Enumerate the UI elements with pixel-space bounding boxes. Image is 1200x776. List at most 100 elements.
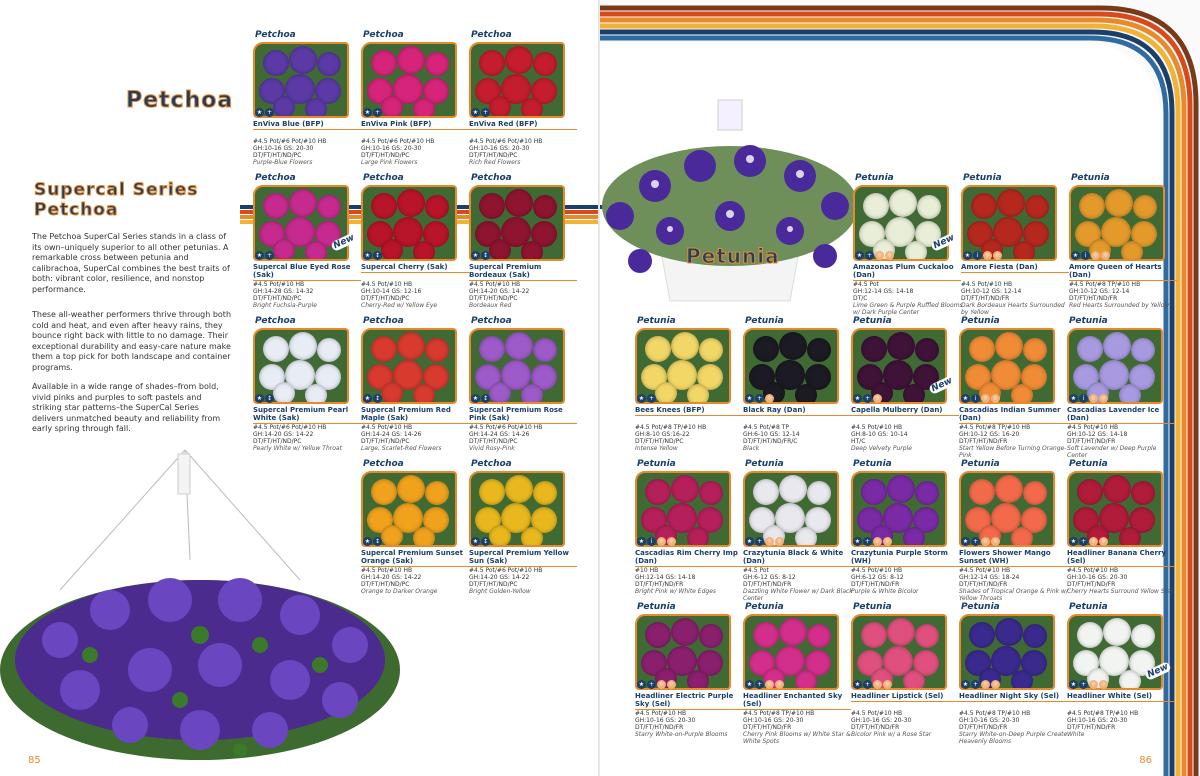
care-icon: + (865, 251, 874, 260)
card-category-tag: Petunia (1069, 459, 1108, 469)
product-spec-lines: #4.5 Pot GH:6-12 GS: 8-12 DT/FT/HT/ND/FR (743, 567, 796, 588)
care-icons: ★ + (255, 108, 274, 118)
product-specs: #4.5 Pot/#6 Pot/#10 HB GH:10-16 GS: 20-3… (469, 138, 579, 166)
product-specs: #4.5 Pot/#10 HB GH:14-24 GS: 14-26 DT/FT… (361, 424, 471, 452)
card-category-tag: Petunia (637, 602, 676, 612)
product-specs: #4.5 Pot/#10 HB GH:6-12 GS: 8-12 DT/FT/H… (851, 567, 961, 595)
card-category-tag: Petunia (637, 316, 676, 326)
care-icon: ☼ (1099, 394, 1108, 403)
care-icons: ★ ↕ (255, 394, 274, 404)
care-icon: ☼ (993, 251, 1002, 260)
product-name: EnViva Pink (BFP) (361, 120, 469, 130)
card-category-tag: Petchoa (363, 173, 404, 183)
product-specs: #4.5 Pot/#8 TP/#10 HB GH:10-16 GS: 20-30… (1067, 710, 1177, 738)
page-number-left: 85 (28, 755, 41, 766)
section-logo: Petunia (686, 244, 780, 269)
flower-photo (361, 471, 457, 547)
care-icon: ☼ (981, 680, 990, 689)
card-category-tag: Petchoa (471, 459, 512, 469)
card-category-tag: Petunia (961, 316, 1000, 326)
card-category-tag: Petchoa (255, 173, 296, 183)
card-category-tag: Petunia (855, 173, 894, 183)
care-icons: ★ + ☼ (853, 394, 882, 404)
product-spec-lines: #4.5 Pot/#8 TP/#10 HB GH:10-16 GS: 20-30… (959, 710, 1031, 731)
product-description: Large Pink Flowers (361, 159, 418, 166)
card-category-tag: Petchoa (363, 316, 404, 326)
flower-photo (959, 614, 1055, 690)
product-specs: #4.5 Pot/#8 TP/#10 HB GH:10-12 GS: 12-14… (1069, 281, 1179, 309)
care-icon: ★ (255, 108, 264, 117)
card-category-tag: Petchoa (363, 30, 404, 40)
care-icon: ↕ (481, 537, 490, 546)
care-icons: ★ + ☼ ☼ (853, 680, 892, 690)
care-icon: ☼ (885, 251, 894, 260)
product-spec-lines: #4.5 Pot/#10 HB GH:10-16 GS: 20-30 DT/FT… (1067, 567, 1128, 588)
product-spec-lines: #4.5 Pot/#8 TP/#10 HB GH:8-10 GS:16-22 D… (635, 424, 707, 445)
care-icon: ↕ (373, 537, 382, 546)
product-name: Flowers Shower Mango Sunset (WH) (959, 549, 1067, 567)
product-name: Headliner Banana Cherry (Sel) (1067, 549, 1175, 567)
care-icon: + (1079, 680, 1088, 689)
care-icon: ★ (363, 251, 372, 260)
product-spec-lines: #4.5 Pot/#8 TP/#10 HB GH:10-12 GS: 12-14… (1069, 281, 1141, 302)
care-icon: ☼ (1089, 537, 1098, 546)
care-icon: ☼ (873, 394, 882, 403)
card-category-tag: Petchoa (471, 30, 512, 40)
product-description: Cherry Hearts Surround Yellow Star (1067, 588, 1174, 595)
care-icon: + (265, 251, 274, 260)
card-category-tag: Petunia (1071, 173, 1110, 183)
card-category-tag: Petunia (961, 602, 1000, 612)
care-icon: ★ (961, 537, 970, 546)
product-spec-lines: #4.5 Pot/#6 Pot/#10 HB GH:14-24 GS: 14-2… (469, 424, 543, 445)
product-spec-lines: #4.5 Pot/#8 TP/#10 HB GH:10-16 GS: 20-30… (743, 710, 815, 731)
product-name: Headliner Lipstick (Sel) (851, 692, 959, 702)
care-icon: i (1081, 251, 1090, 260)
care-icons: ★ + (363, 108, 382, 118)
card-category-tag: Petunia (963, 173, 1002, 183)
product-spec-lines: #4.5 Pot/#10 HB GH:14-20 GS: 14-22 DT/FT… (361, 567, 422, 588)
product-name: Supercal Premium Pearl White (Sak) (253, 406, 361, 424)
product-spec-lines: #4.5 Pot/#6 Pot/#10 HB GH:10-16 GS: 20-3… (469, 138, 543, 159)
care-icon: ★ (1069, 394, 1078, 403)
care-icon: ★ (471, 251, 480, 260)
care-icon: ★ (255, 394, 264, 403)
flower-photo (743, 614, 839, 690)
care-icon: ☼ (873, 537, 882, 546)
care-icon: ★ (363, 537, 372, 546)
product-description: Deep Velvety Purple (851, 445, 912, 452)
care-icon: + (863, 680, 872, 689)
care-icon: ↕ (481, 394, 490, 403)
product-description: Orange to Darker Orange (361, 588, 438, 595)
care-icons: ★ ↕ (471, 537, 490, 547)
product-name: Headliner Electric Purple Sky (Sel) (635, 692, 743, 710)
care-icon: ☼ (991, 394, 1000, 403)
product-description: Start Yellow Before Turning Orange-Pink (959, 445, 1067, 459)
product-name: Cascadias Rim Cherry Imp (Dan) (635, 549, 743, 567)
product-name: Amore Fiesta (Dan) (961, 263, 1069, 273)
product-name: Supercal Premium Yellow Sun (Sak) (469, 549, 577, 567)
flower-photo (361, 328, 457, 404)
care-icon: + (1079, 537, 1088, 546)
card-category-tag: Petchoa (471, 173, 512, 183)
care-icon: ★ (853, 537, 862, 546)
care-icons: ★ i ☼ ☼ (637, 537, 676, 547)
product-description: Bicolor Pink w/ a Rose Star (851, 731, 932, 738)
card-category-tag: Petunia (637, 459, 676, 469)
flower-photo (361, 42, 457, 118)
care-icons: ★ + ☼ ☼ (1069, 537, 1108, 547)
care-icons: ★ + (471, 108, 490, 118)
product-specs: #4.5 Pot/#6 Pot/#10 HB GH:10-16 GS: 20-3… (253, 138, 363, 166)
care-icons: ★ + (637, 394, 656, 404)
product-specs: #4.5 Pot/#10 HB GH:10-16 GS: 20-30 DT/FT… (1067, 567, 1177, 595)
care-icon: + (863, 537, 872, 546)
product-spec-lines: #4.5 Pot/#10 HB GH:14-20 GS: 14-22 DT/FT… (469, 281, 530, 302)
care-icons: ★ + ☼ ☼ (745, 680, 784, 690)
product-name: Headliner Night Sky (Sel) (959, 692, 1067, 702)
care-icon: ↕ (481, 251, 490, 260)
care-icon: ★ (471, 394, 480, 403)
care-icon: + (265, 108, 274, 117)
product-name: Bees Knees (BFP) (635, 406, 743, 416)
care-icon: + (647, 680, 656, 689)
care-icons: ★ i ☼ ☼ (1069, 394, 1108, 404)
flower-photo (635, 328, 731, 404)
